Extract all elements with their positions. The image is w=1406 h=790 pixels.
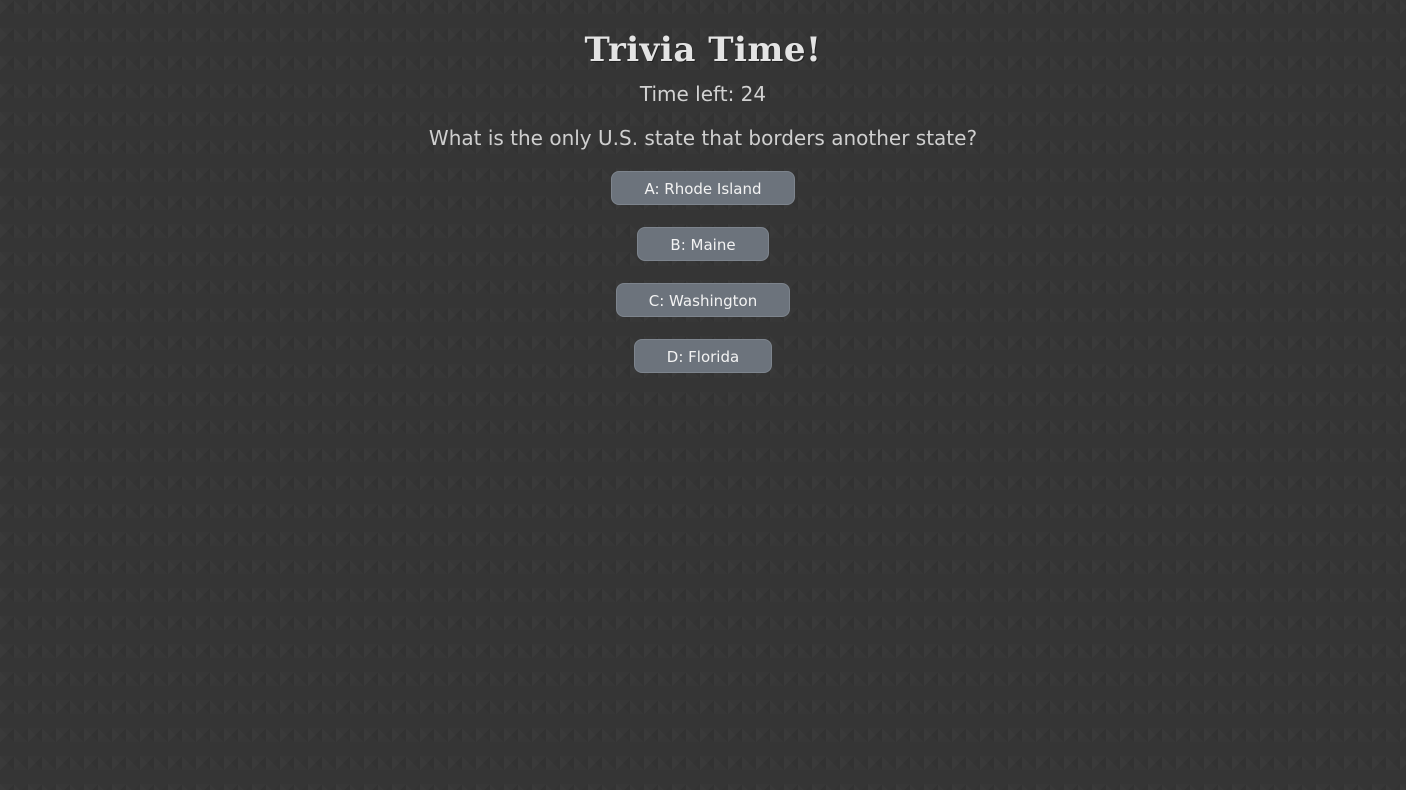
page-title: Trivia Time! bbox=[584, 30, 822, 70]
answer-button-b[interactable]: B: Maine bbox=[637, 227, 769, 261]
trivia-page: Trivia Time! Time left: 24 What is the o… bbox=[0, 0, 1406, 790]
answer-button-a[interactable]: A: Rhode Island bbox=[611, 171, 795, 205]
question-text: What is the only U.S. state that borders… bbox=[428, 126, 978, 150]
time-left-label: Time left: 24 bbox=[639, 82, 767, 106]
answer-button-c[interactable]: C: Washington bbox=[615, 283, 791, 317]
answer-button-d[interactable]: D: Florida bbox=[633, 339, 773, 373]
answer-list: A: Rhode Island B: Maine C: Washington D… bbox=[0, 171, 1406, 395]
